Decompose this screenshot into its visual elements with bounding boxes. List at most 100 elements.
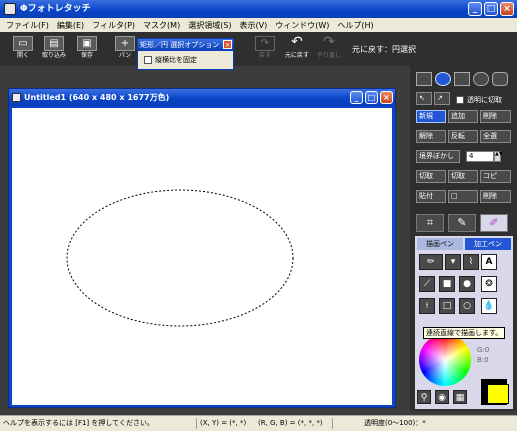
- repeat-icon: ↷: [323, 34, 335, 50]
- doc-minimize-button[interactable]: _: [350, 91, 363, 104]
- close-button[interactable]: ×: [500, 2, 514, 16]
- feather-spinner[interactable]: ▲▼: [494, 151, 503, 162]
- menu-view[interactable]: 表示(V): [236, 20, 272, 31]
- foreground-color-swatch[interactable]: [487, 384, 509, 404]
- text-tool-icon[interactable]: A: [481, 254, 497, 270]
- selection-marquee: [66, 189, 294, 327]
- save-button[interactable]: ▣ 保存: [72, 35, 102, 64]
- undo-status-text: 元に戻す：円選択: [352, 45, 416, 54]
- import-button[interactable]: ▤ 取り込み: [39, 35, 69, 64]
- rect-select-icon[interactable]: [416, 72, 432, 86]
- tool-palette: ↖ ↗ 透明に切取 新規 追加 削除 解除 反転 全選 境界ぼかし 4 ▲▼ 切…: [410, 66, 517, 411]
- ellipse-selection[interactable]: [66, 189, 294, 327]
- selection-options-panel: 矩形／円 選択オプション × 縦横比を固定: [137, 38, 234, 70]
- rgb-b-value: B:0: [477, 356, 489, 364]
- menu-window[interactable]: ウィンドウ(W): [271, 20, 333, 31]
- doc-maximize-button[interactable]: □: [365, 91, 378, 104]
- document-titlebar[interactable]: Untitled1 (640 x 480 x 1677万色) _ □ ×: [9, 89, 395, 106]
- tab-retouch-icon[interactable]: ✎: [448, 214, 476, 232]
- magic-wand-icon[interactable]: ↖: [416, 92, 432, 105]
- copy2-button[interactable]: コピ: [480, 170, 511, 183]
- copy-button[interactable]: 切取: [448, 170, 478, 183]
- pointer-icon[interactable]: ↗: [434, 92, 450, 105]
- tab-draw-pen[interactable]: 描画ペン: [417, 238, 463, 250]
- ellipse-select-icon[interactable]: [435, 72, 451, 86]
- antialias-checkbox[interactable]: [456, 96, 464, 104]
- tab-edit-pen[interactable]: 加工ペン: [465, 238, 511, 250]
- polygon-select-icon[interactable]: [454, 72, 470, 86]
- menu-mask[interactable]: マスク(M): [139, 20, 184, 31]
- undo-button[interactable]: ↶ 元に戻す: [282, 35, 312, 64]
- freehand-select-icon[interactable]: [473, 72, 489, 86]
- repeat-button[interactable]: ↷ やり直し: [314, 35, 344, 64]
- main-toolbar: ▭ 開く ▤ 取り込み ▣ 保存 + パン ↷ 戻す ↶ 元に戻す ↷ やり直し…: [0, 32, 517, 66]
- select-all-button[interactable]: 全選: [480, 130, 511, 143]
- polyline-tool-icon[interactable]: ⟊: [419, 298, 435, 314]
- new-selection-button[interactable]: 新規: [416, 110, 446, 123]
- color-wheel[interactable]: [419, 334, 471, 386]
- help-text: ヘルプを表示するには [F1] を押してください。: [3, 419, 154, 427]
- app-titlebar: Φフォトレタッチ _ □ ×: [0, 0, 517, 18]
- options-panel-titlebar[interactable]: 矩形／円 選択オプション ×: [138, 39, 233, 51]
- redo-button[interactable]: ↷ 戻す: [250, 35, 280, 64]
- fill-tool-icon[interactable]: ❂: [481, 276, 497, 292]
- redo-icon: ↷: [255, 36, 275, 51]
- fix-aspect-label: 縦横比を固定: [155, 56, 197, 64]
- undo-icon: ↶: [291, 34, 303, 50]
- save-icon: ▣: [77, 36, 97, 51]
- menu-bar: ファイル(F) 編集(E) フィルタ(P) マスク(M) 選択領域(S) 表示(…: [0, 18, 517, 32]
- menu-filter[interactable]: フィルタ(P): [88, 20, 139, 31]
- folder-icon: ▭: [13, 36, 33, 51]
- scanner-icon: ▤: [44, 36, 64, 51]
- open-button[interactable]: ▭ 開く: [8, 35, 38, 64]
- color-cube-icon[interactable]: ▦: [453, 390, 467, 404]
- subtract-selection-button[interactable]: 削除: [480, 110, 511, 123]
- menu-edit[interactable]: 編集(E): [53, 20, 88, 31]
- document-icon: [12, 93, 21, 102]
- feather-input[interactable]: 4: [466, 151, 494, 162]
- feather-button[interactable]: 境界ぼかし: [416, 150, 460, 163]
- menu-selection[interactable]: 選択領域(S): [184, 20, 235, 31]
- delete-button[interactable]: 削除: [480, 190, 511, 203]
- menu-file[interactable]: ファイル(F): [2, 20, 53, 31]
- tab-selection-icon[interactable]: ⌗: [416, 214, 444, 232]
- antialias-label: 透明に切取: [467, 96, 502, 104]
- draw-subpalette: 描画ペン 加工ペン ✏ ▾ ⌇ A ⟋ ■ ● ❂ ⟊ □ ○ 💧 連続直線で描…: [415, 236, 513, 409]
- rounded-select-icon[interactable]: [492, 72, 508, 86]
- pencil-icon[interactable]: ✏: [419, 254, 443, 270]
- eyedropper-icon[interactable]: ⚲: [417, 390, 431, 404]
- document-window: Untitled1 (640 x 480 x 1677万色) _ □ ×: [8, 88, 396, 408]
- brush-icon[interactable]: ⌇: [463, 254, 479, 270]
- image-canvas[interactable]: [12, 108, 392, 405]
- fix-aspect-checkbox[interactable]: [144, 56, 152, 64]
- options-panel-close-icon[interactable]: ×: [223, 40, 232, 49]
- minimize-button[interactable]: _: [468, 2, 482, 16]
- paste-button[interactable]: 貼付: [416, 190, 446, 203]
- ellipse-tool-icon[interactable]: ●: [459, 276, 475, 292]
- cut-button[interactable]: 切取: [416, 170, 446, 183]
- pen-options-icon[interactable]: ▾: [445, 254, 461, 270]
- tab-draw-icon[interactable]: ✐: [480, 214, 508, 232]
- tooltip: 連続直線で描画します。: [423, 327, 506, 339]
- document-title: Untitled1 (640 x 480 x 1677万色): [24, 93, 170, 102]
- line-tool-icon[interactable]: ⟋: [419, 276, 435, 292]
- clear-selection-button[interactable]: 解除: [416, 130, 446, 143]
- rect-outline-icon[interactable]: □: [439, 298, 455, 314]
- options-panel-title: 矩形／円 選択オプション: [140, 41, 220, 49]
- maximize-button[interactable]: □: [484, 2, 498, 16]
- invert-selection-button[interactable]: 反転: [448, 130, 478, 143]
- circle-outline-icon[interactable]: ○: [459, 298, 475, 314]
- opacity-readout: 透明度(0〜100)：*: [364, 419, 426, 427]
- new-button[interactable]: + パン: [110, 35, 140, 64]
- app-title: Φフォトレタッチ: [20, 4, 91, 14]
- rgb-readout: (R, G, B) = (*, *, *): [258, 419, 323, 427]
- crop-button[interactable]: □: [448, 190, 478, 203]
- color-picker-icon[interactable]: ◉: [435, 390, 449, 404]
- app-icon[interactable]: [4, 3, 16, 15]
- doc-close-button[interactable]: ×: [380, 91, 393, 104]
- coords-readout: (X, Y) = (*, *): [200, 419, 247, 427]
- rect-tool-icon[interactable]: ■: [439, 276, 455, 292]
- dropper-icon[interactable]: 💧: [481, 298, 497, 314]
- add-selection-button[interactable]: 追加: [448, 110, 478, 123]
- menu-help[interactable]: ヘルプ(H): [333, 20, 377, 31]
